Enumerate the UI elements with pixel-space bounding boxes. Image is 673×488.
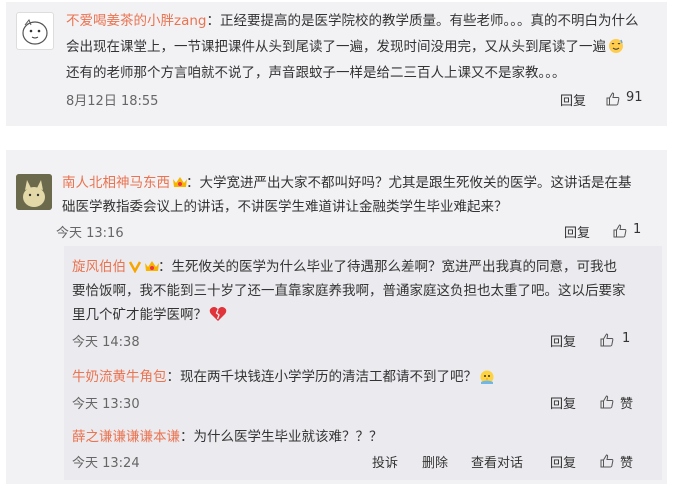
username-link[interactable]: 牛奶流黄牛角包: [72, 369, 167, 385]
timestamp: 8月12日 18:55: [66, 94, 159, 109]
comment-card-2: 南人北相神马东西 ：大学宽进严出大家不都叫好吗？尤其是跟生死攸关的医学。这讲话是在…: [6, 150, 667, 484]
thumbs-up-icon[interactable]: [600, 394, 614, 409]
thumbs-up-icon[interactable]: [613, 223, 627, 238]
view-thread-button[interactable]: 查看对话: [471, 452, 523, 471]
delete-button[interactable]: 删除: [422, 452, 448, 471]
avatar[interactable]: [16, 174, 52, 210]
thumbs-up-icon[interactable]: [600, 332, 614, 347]
reply-button[interactable]: 回复: [560, 90, 586, 109]
username-link[interactable]: 不爱喝姜茶的小胖zang: [66, 13, 206, 29]
verified-icon: [128, 258, 142, 274]
comment-body: 南人北相神马东西 ：大学宽进严出大家不都叫好吗？尤其是跟生死攸关的医学。这讲话是在…: [62, 172, 632, 218]
separator: ：: [158, 259, 172, 275]
like-label: 赞: [620, 397, 634, 412]
comment-text-line: 为什么医学生毕业就该难？？？: [193, 429, 383, 445]
reply-button[interactable]: 回复: [550, 452, 576, 471]
reply-body: 薛之谦谦谦谦本谦：为什么医学生毕业就该难？？？: [72, 426, 383, 448]
like-label: 赞: [620, 456, 634, 471]
comment-text-line: 础医学教指委会议上的讲话，不讲医学生难道讲让金融类学生毕业难起来？: [62, 199, 508, 215]
comment-text-line: 要恰饭啊，我不能到三十岁了还一直靠家庭养我啊，普通家庭这负担也太重了吧。这以后要…: [72, 283, 626, 299]
thumbs-up-icon[interactable]: [606, 91, 620, 106]
chick-emoji: [479, 368, 495, 384]
like-count: 1: [622, 331, 631, 346]
like-count: 1: [633, 222, 642, 237]
timestamp: 今天 13:30: [72, 397, 140, 412]
separator: ：: [180, 429, 194, 445]
comment-text-line: 还有的老师那个方言咱就不说了，声音跟蚊子一样是给二三百人上课又不是家教。。。: [66, 65, 566, 81]
crown-badge-icon: [172, 174, 187, 188]
reply-button[interactable]: 回复: [550, 393, 576, 412]
heart-broken-icon: [209, 306, 227, 322]
comment-text-line: 现在两千块钱连小学学历的清洁工都请不到了吧？: [180, 369, 477, 385]
comment-text-line: 里几个矿才能学医啊？: [72, 307, 207, 323]
thumbs-up-icon[interactable]: [600, 453, 614, 468]
comment-text-line: 大学宽进严出大家不都叫好吗？尤其是跟生死攸关的医学。这讲话是在基: [199, 175, 632, 191]
timestamp: 今天 14:38: [72, 335, 140, 350]
separator: ：: [186, 175, 200, 191]
comment-text-line: 生死攸关的医学为什么毕业了待遇那么差啊？宽进严出我真的同意，可我也: [171, 259, 618, 275]
reply-body: 旋风伯伯 ：生死攸关的医学为什么毕业了待遇那么差啊？宽进严出我真的同意，可我也 要…: [72, 256, 626, 326]
sweat-smile-emoji: [608, 38, 624, 54]
comment-text-line: 会出现在课堂上，一节课把课件从头到尾读了一遍，发现时间没用完，又从头到尾读了一遍: [66, 39, 606, 55]
username-link[interactable]: 南人北相神马东西: [62, 175, 170, 191]
comment-body: 不爱喝姜茶的小胖zang：正经要提高的是医学院校的教学质量。有些老师。。。真的不…: [66, 10, 638, 84]
like-count: 91: [626, 90, 643, 105]
avatar[interactable]: [16, 12, 54, 50]
separator: ：: [206, 13, 220, 29]
separator: ：: [166, 369, 181, 385]
timestamp: 今天 13:16: [56, 226, 124, 241]
comment-card-1: 不爱喝姜茶的小胖zang：正经要提高的是医学院校的教学质量。有些老师。。。真的不…: [6, 2, 667, 126]
username-link[interactable]: 旋风伯伯: [72, 259, 126, 275]
reply-body: 牛奶流黄牛角包：现在两千块钱连小学学历的清洁工都请不到了吧？: [72, 366, 495, 388]
reply-button[interactable]: 回复: [564, 222, 590, 241]
timestamp: 今天 13:24: [72, 456, 140, 471]
reply-button[interactable]: 回复: [550, 331, 576, 350]
comment-text-line: 正经要提高的是医学院校的教学质量。有些老师。。。真的不明白为什么: [219, 13, 639, 29]
crown-badge-icon: [144, 258, 159, 272]
username-link[interactable]: 薛之谦谦谦谦本谦: [72, 429, 180, 445]
reply-list: 旋风伯伯 ：生死攸关的医学为什么毕业了待遇那么差啊？宽进严出我真的同意，可我也 要…: [64, 246, 662, 480]
report-button[interactable]: 投诉: [372, 452, 398, 471]
